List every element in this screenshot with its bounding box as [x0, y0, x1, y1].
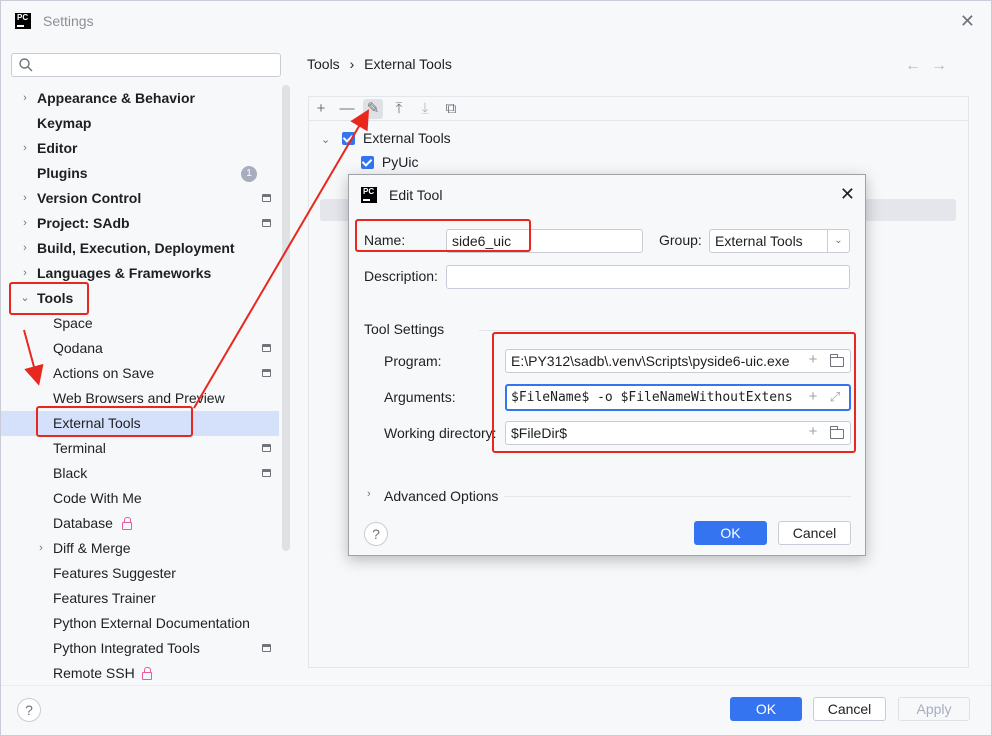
annotation-arrow-to-edit-button [193, 109, 370, 409]
annotation-arrows [23, 109, 370, 409]
annotation-arrow-to-external-tools [23, 329, 44, 386]
